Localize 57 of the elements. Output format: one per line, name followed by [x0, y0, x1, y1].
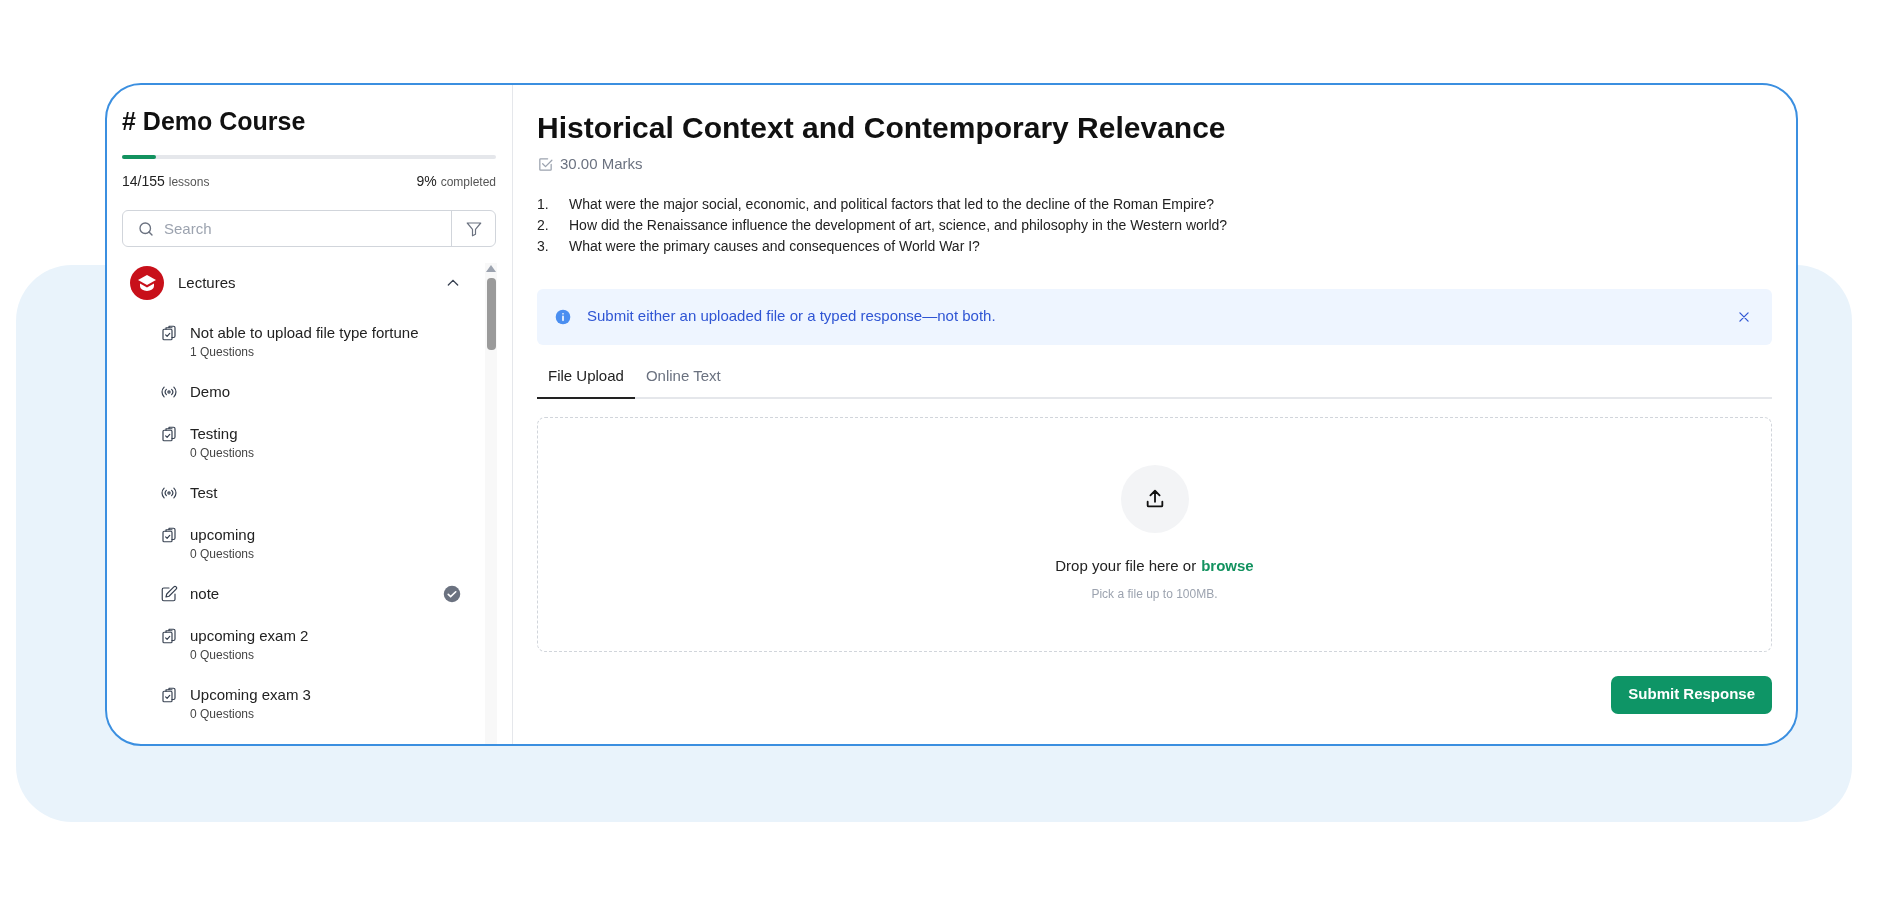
search-icon	[137, 219, 155, 238]
dropzone-text: Drop your file here or	[1055, 555, 1197, 576]
lesson-subtitle: 0 Questions	[190, 546, 256, 563]
lesson-subtitle: 0 Questions	[190, 445, 256, 462]
lesson-title: Testing	[190, 424, 239, 444]
search-bar[interactable]: Search	[122, 210, 496, 247]
lesson-item[interactable]: Testing 0 Questions	[160, 424, 461, 483]
lesson-subtitle: 0 Questions	[190, 706, 256, 723]
dropzone-hint: Pick a file up to 100MB.	[1091, 586, 1218, 604]
lesson-title: upcoming exam 2	[190, 626, 310, 646]
question-number: 2.	[537, 215, 550, 235]
submit-button[interactable]: Submit Response	[1611, 675, 1772, 714]
lesson-item[interactable]: upcoming 0 Questions	[160, 525, 461, 584]
lesson-item[interactable]: Not able to upload file type fortune 1 Questions	[160, 323, 461, 382]
clipboard-check-icon	[160, 627, 178, 645]
clipboard-check-icon	[160, 425, 178, 443]
lesson-item[interactable]: Test	[160, 483, 461, 525]
lesson-title: Not able to upload file type fortune	[190, 323, 420, 343]
tab[interactable]: Online Text	[634, 356, 732, 399]
info-icon	[555, 308, 571, 325]
lesson-item[interactable]: upcoming exam 2 0 Questions	[160, 626, 461, 685]
lesson-title: Demo	[190, 382, 231, 402]
lesson-title: upcoming	[190, 525, 257, 545]
scroll-thumb[interactable]	[486, 278, 496, 350]
marks-label: 30.00 Marks	[560, 154, 643, 174]
course-title: # Demo Course	[122, 106, 307, 137]
lesson-item[interactable]: note	[160, 584, 461, 626]
completion-percent: 9% completed	[416, 172, 496, 191]
lessons-count: 14/155 lessons	[122, 172, 210, 191]
assignment-title: Historical Context and Contemporary Relevance	[537, 110, 1227, 146]
browse-link[interactable]: browse	[1201, 554, 1254, 578]
clipboard-check-icon	[160, 526, 178, 544]
close-icon	[1737, 309, 1751, 324]
search-field[interactable]: Search	[164, 211, 451, 246]
lesson-item[interactable]: Upcoming exam 3 0 Questions	[160, 685, 461, 744]
lesson-title: note	[190, 584, 221, 604]
question-text: What were the major social, economic, and political factors that led to the decline of the Roman Empire?	[569, 194, 1215, 214]
pencil-square-icon	[160, 585, 178, 603]
alert-message: Submit either an uploaded file or a typed response—not both.	[587, 306, 997, 327]
checkbox-icon	[537, 155, 554, 173]
clipboard-check-icon	[160, 686, 178, 704]
lesson-item[interactable]: Demo	[160, 382, 461, 424]
filter-icon	[464, 219, 483, 238]
question-number: 1.	[537, 194, 550, 214]
lesson-subtitle: 0 Questions	[190, 647, 256, 664]
tab[interactable]: File Upload	[537, 356, 635, 399]
lectures-logo-icon	[130, 266, 164, 300]
scroll-up-arrow-icon[interactable]	[486, 265, 496, 272]
question-number: 3.	[537, 236, 550, 256]
lesson-title: Test	[190, 483, 219, 503]
question-text: How did the Renaissance influence the development of art, science, and philosophy in the Western world?	[569, 215, 1228, 235]
lesson-title: Upcoming exam 3	[190, 685, 312, 705]
question-text: What were the primary causes and consequences of World War I?	[569, 236, 980, 256]
clipboard-check-icon	[160, 324, 178, 342]
section-header[interactable]: Lectures	[122, 263, 485, 303]
file-dropzone[interactable]: Drop your file here or browse Pick a file up to 100MB.	[537, 416, 1772, 652]
lesson-subtitle: 1 Questions	[190, 344, 256, 361]
